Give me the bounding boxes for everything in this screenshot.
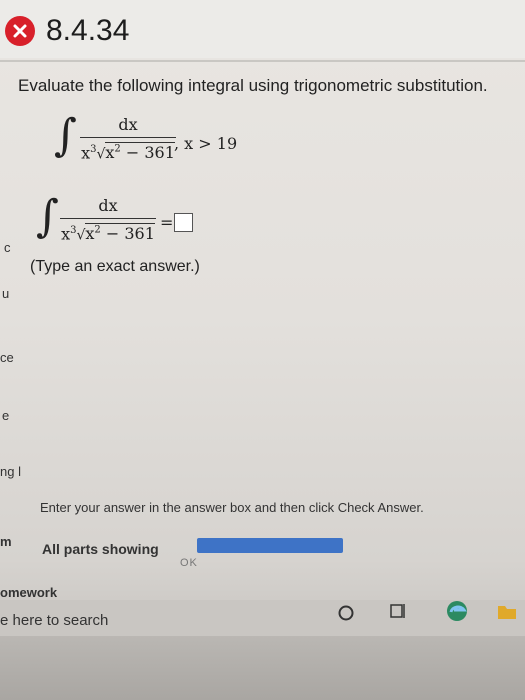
task-view-icon[interactable]: [388, 600, 410, 627]
cortana-icon[interactable]: [336, 603, 356, 628]
problem-id: 8.4.34: [46, 14, 130, 47]
integral-fraction: dx x3√x2 − 361: [80, 116, 176, 163]
parts-status: All parts showing: [42, 541, 159, 557]
file-explorer-icon[interactable]: [496, 602, 518, 627]
answer-hint: (Type an exact answer.): [30, 258, 200, 275]
denominator: x3√x2 − 361: [81, 142, 175, 163]
sidebar-fragment: c: [4, 240, 11, 255]
integral-sign: ∫: [54, 110, 77, 161]
integral-sign: ∫: [36, 191, 59, 242]
screen-photo: [0, 0, 525, 700]
problem-integral: ∫ dx x3√x2 − 361 , x > 19: [54, 112, 254, 172]
edge-browser-icon[interactable]: [444, 598, 470, 629]
numerator: dx: [98, 196, 118, 215]
sidebar-fragment: e: [2, 408, 10, 423]
sidebar-fragment: m: [0, 534, 12, 549]
taskbar-search[interactable]: e here to search: [0, 612, 108, 629]
fraction-bar: [60, 218, 156, 219]
integral-fraction: dx x3√x2 − 361: [60, 197, 156, 244]
progress-bar: [197, 538, 343, 553]
domain-condition: , x > 19: [174, 134, 238, 153]
answer-input[interactable]: [174, 213, 193, 232]
ok-button-partial[interactable]: OK: [180, 557, 198, 569]
header-divider: [0, 60, 525, 62]
bottom-edge: [0, 636, 525, 700]
question-prompt: Evaluate the following integral using tr…: [18, 76, 488, 95]
problem-header: 8.4.34: [0, 0, 525, 58]
homework-link[interactable]: omework: [0, 585, 57, 600]
instructions-text: Enter your answer in the answer box and …: [40, 500, 424, 515]
fraction-bar: [80, 137, 176, 138]
sidebar-fragment: ng l: [0, 464, 21, 479]
numerator: dx: [118, 115, 138, 134]
sidebar-fragment: u: [2, 286, 10, 301]
denominator: x3√x2 − 361: [61, 223, 155, 244]
answer-integral: ∫ dx x3√x2 − 361 =: [36, 193, 236, 253]
equals-sign: =: [160, 213, 174, 232]
incorrect-x-icon: [5, 16, 35, 46]
sidebar-fragment: ce: [0, 350, 14, 365]
